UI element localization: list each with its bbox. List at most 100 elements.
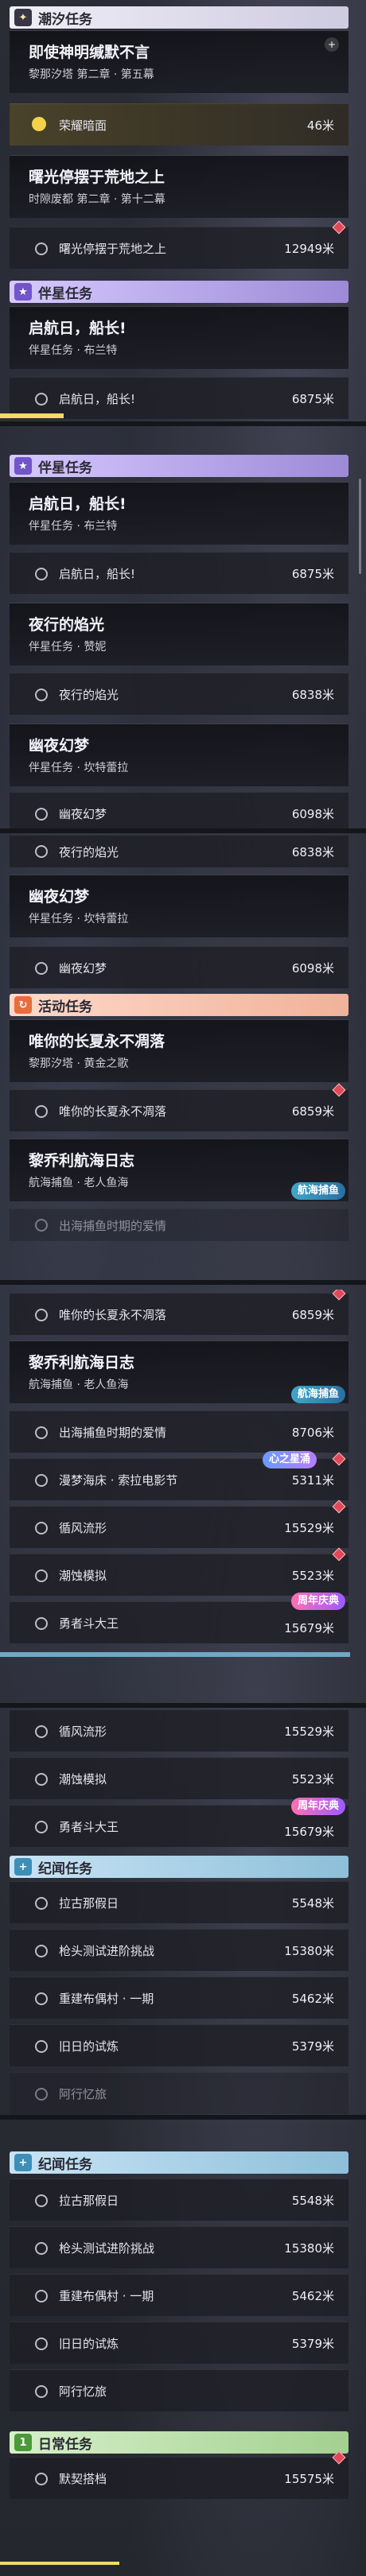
quest-subtitle: 航海捕鱼 · 老人鱼海 xyxy=(29,1379,129,1391)
quest-card-silence[interactable]: 即使神明缄默不言 黎那汐塔 第二章 · 第五幕 + xyxy=(10,30,348,93)
circle-icon xyxy=(35,1522,48,1534)
quest-card-summer[interactable]: 唯你的长夏永不凋落 黎那汐塔 · 黄金之歌 xyxy=(10,1019,348,1082)
quest-row-night[interactable]: 夜行的焰光 6838米 xyxy=(10,835,348,867)
quest-row-sail[interactable]: 启航日，船长! 6875米 xyxy=(10,552,348,594)
row-distance: 15679米 xyxy=(284,1621,334,1635)
quest-title: 夜行的焰光 xyxy=(29,616,105,634)
row-distance: 15575米 xyxy=(284,2472,334,2486)
quest-subtitle: 伴星任务 · 布兰特 xyxy=(29,344,118,357)
section-header-daily[interactable]: 1 日常任务 xyxy=(10,2431,348,2454)
circle-icon xyxy=(35,1309,48,1321)
quest-subtitle: 黎那汐塔 第二章 · 第五幕 xyxy=(29,68,154,81)
quest-row-doll[interactable]: 重建布偶村 · 一期 5462米 xyxy=(10,2274,348,2316)
quest-row-gun[interactable]: 枪头测试进阶挑战 15380米 xyxy=(10,1929,348,1971)
row-distance: 8706米 xyxy=(291,1426,334,1440)
quest-row-film[interactable]: 心之星涌 漫梦海床 · 索拉电影节 5311米 xyxy=(10,1451,348,1500)
circle-icon xyxy=(35,1105,48,1118)
quest-card-sail[interactable]: 启航日，船长! 伴星任务 · 布兰特 xyxy=(10,482,348,545)
quest-row-dream[interactable]: 幽夜幻梦 6098米 xyxy=(10,946,348,988)
quest-card-log[interactable]: 黎乔利航海日志 航海捕鱼 · 老人鱼海 航海捕鱼 xyxy=(10,1139,348,1201)
circle-icon xyxy=(35,2040,48,2053)
accent-bar xyxy=(0,1652,350,1657)
quest-row-dream[interactable]: 幽夜幻梦 6098米 xyxy=(10,792,348,828)
quest-row-wind[interactable]: 循风流形 15529米 xyxy=(10,1709,348,1752)
quest-subtitle: 伴星任务 · 赞妮 xyxy=(29,641,107,654)
row-label: 曙光停摆于荒地之上 xyxy=(59,242,167,256)
quest-card-log[interactable]: 黎乔利航海日志 航海捕鱼 · 老人鱼海 航海捕鱼 xyxy=(10,1340,348,1403)
quest-row-trial[interactable]: 旧日的试炼 5379米 xyxy=(10,2322,348,2364)
quest-card-sail[interactable]: 启航日，船长! 伴星任务 · 布兰特 xyxy=(10,306,348,369)
section-header-tide[interactable]: ✦ 潮汐任务 xyxy=(10,6,348,29)
quest-row-vacation[interactable]: 拉古那假日 5548米 xyxy=(10,1881,348,1923)
quest-card-night[interactable]: 夜行的焰光 伴星任务 · 赞妮 xyxy=(10,603,348,665)
section-header-epoch[interactable]: + 纪闻任务 xyxy=(10,2151,348,2174)
anniversary-badge: 周年庆典 xyxy=(290,1798,345,1815)
circle-icon xyxy=(35,2337,48,2350)
quest-row-king[interactable]: 周年庆典 勇者斗大王 15679米 xyxy=(10,1798,348,1847)
quest-row-vacation[interactable]: 拉古那假日 5548米 xyxy=(10,2178,348,2221)
row-label: 夜行的焰光 xyxy=(59,845,119,859)
accent-bar xyxy=(0,2562,119,2565)
circle-icon xyxy=(35,568,48,580)
circle-icon xyxy=(35,1219,48,1232)
row-label: 旧日的试炼 xyxy=(59,2039,119,2054)
quest-row-wind[interactable]: 循风流形 15529米 xyxy=(10,1499,348,1548)
quest-row-doll[interactable]: 重建布偶村 · 一期 5462米 xyxy=(10,1977,348,2019)
quest-row-summer[interactable]: 唯你的长夏永不凋落 6859米 xyxy=(10,1290,348,1335)
fishing-badge: 航海捕鱼 xyxy=(290,1386,345,1403)
star-icon: ★ xyxy=(14,457,32,475)
scrollbar[interactable] xyxy=(359,479,361,574)
star-icon: ★ xyxy=(14,283,32,301)
quest-row-tidesim[interactable]: 潮蚀模拟 5523米 xyxy=(10,1757,348,1799)
quest-card-dawn[interactable]: 曙光停摆于荒地之上 时隙废都 第二章 · 第十二幕 xyxy=(10,155,348,218)
section-header-companion[interactable]: ★ 伴星任务 xyxy=(10,455,348,477)
row-distance: 12949米 xyxy=(284,242,334,256)
section-header-epoch[interactable]: + 纪闻任务 xyxy=(10,1856,348,1878)
screenshot-2: ★ 伴星任务 启航日，船长! 伴星任务 · 布兰特 启航日，船长! 6875米 … xyxy=(0,447,366,828)
row-label: 循风流形 xyxy=(59,1724,107,1739)
quest-row-daily[interactable]: 默契搭档 15575米 xyxy=(10,2450,348,2499)
section-title: 纪闻任务 xyxy=(38,1860,92,1877)
circle-icon xyxy=(35,845,48,858)
quest-row-glory[interactable]: 荣耀暗面 46米 xyxy=(10,103,348,145)
circle-icon xyxy=(35,1569,48,1582)
quest-row-log[interactable]: 出海捕鱼时期的爱情 xyxy=(10,1208,348,1241)
circle-icon xyxy=(35,1773,48,1786)
section-header-activity[interactable]: ↻ 活动任务 xyxy=(10,994,348,1016)
red-diamond-icon xyxy=(332,1083,346,1097)
quest-title: 幽夜幻梦 xyxy=(29,737,90,755)
plus-icon: + xyxy=(14,1858,32,1876)
quest-row-tidesim[interactable]: 潮蚀模拟 5523米 xyxy=(10,1547,348,1596)
row-label: 唯你的长夏永不凋落 xyxy=(59,1308,167,1322)
quest-row-memory[interactable]: 阿行忆旅 xyxy=(10,2072,348,2114)
quest-card-dream[interactable]: 幽夜幻梦 伴星任务 · 坎特蕾拉 xyxy=(10,724,348,786)
circle-icon xyxy=(35,2194,48,2207)
circle-icon xyxy=(35,2473,48,2485)
quest-card-dream[interactable]: 幽夜幻梦 伴星任务 · 坎特蕾拉 xyxy=(10,875,348,937)
quest-row-king[interactable]: 周年庆典 勇者斗大王 15679米 xyxy=(10,1593,348,1643)
quest-row-log[interactable]: 出海捕鱼时期的爱情 8706米 xyxy=(10,1410,348,1453)
divider xyxy=(0,828,366,833)
row-label: 潮蚀模拟 xyxy=(59,1569,107,1583)
row-label: 出海捕鱼时期的爱情 xyxy=(59,1219,167,1233)
quest-title: 曙光停摆于荒地之上 xyxy=(29,169,165,186)
red-diamond-icon xyxy=(332,1290,346,1301)
quest-row-summer[interactable]: 唯你的长夏永不凋落 6859米 xyxy=(10,1083,348,1131)
quest-row-memory[interactable]: 阿行忆旅 xyxy=(10,2369,348,2411)
section-header-companion[interactable]: ★ 伴星任务 xyxy=(10,281,348,303)
circle-icon xyxy=(35,1426,48,1439)
row-label: 幽夜幻梦 xyxy=(59,807,107,821)
quest-row-night[interactable]: 夜行的焰光 6838米 xyxy=(10,673,348,715)
quest-subtitle: 伴星任务 · 坎特蕾拉 xyxy=(29,762,129,774)
quest-row-gun[interactable]: 枪头测试进阶挑战 15380米 xyxy=(10,2226,348,2268)
anniversary-badge: 周年庆典 xyxy=(290,1593,345,1610)
quest-row-dawn[interactable]: 曙光停摆于荒地之上 12949米 xyxy=(10,220,348,269)
quest-subtitle: 时隙废都 第二章 · 第十二幕 xyxy=(29,193,165,206)
accent-bar xyxy=(0,413,64,418)
quest-title: 即使神明缄默不言 xyxy=(29,44,150,61)
quest-row-trial[interactable]: 旧日的试炼 5379米 xyxy=(10,2024,348,2066)
row-distance: 5523米 xyxy=(291,1569,334,1583)
fishing-badge: 航海捕鱼 xyxy=(290,1182,345,1200)
diamond-star-icon: ✦ xyxy=(14,9,32,26)
row-label: 枪头测试进阶挑战 xyxy=(59,2241,155,2256)
